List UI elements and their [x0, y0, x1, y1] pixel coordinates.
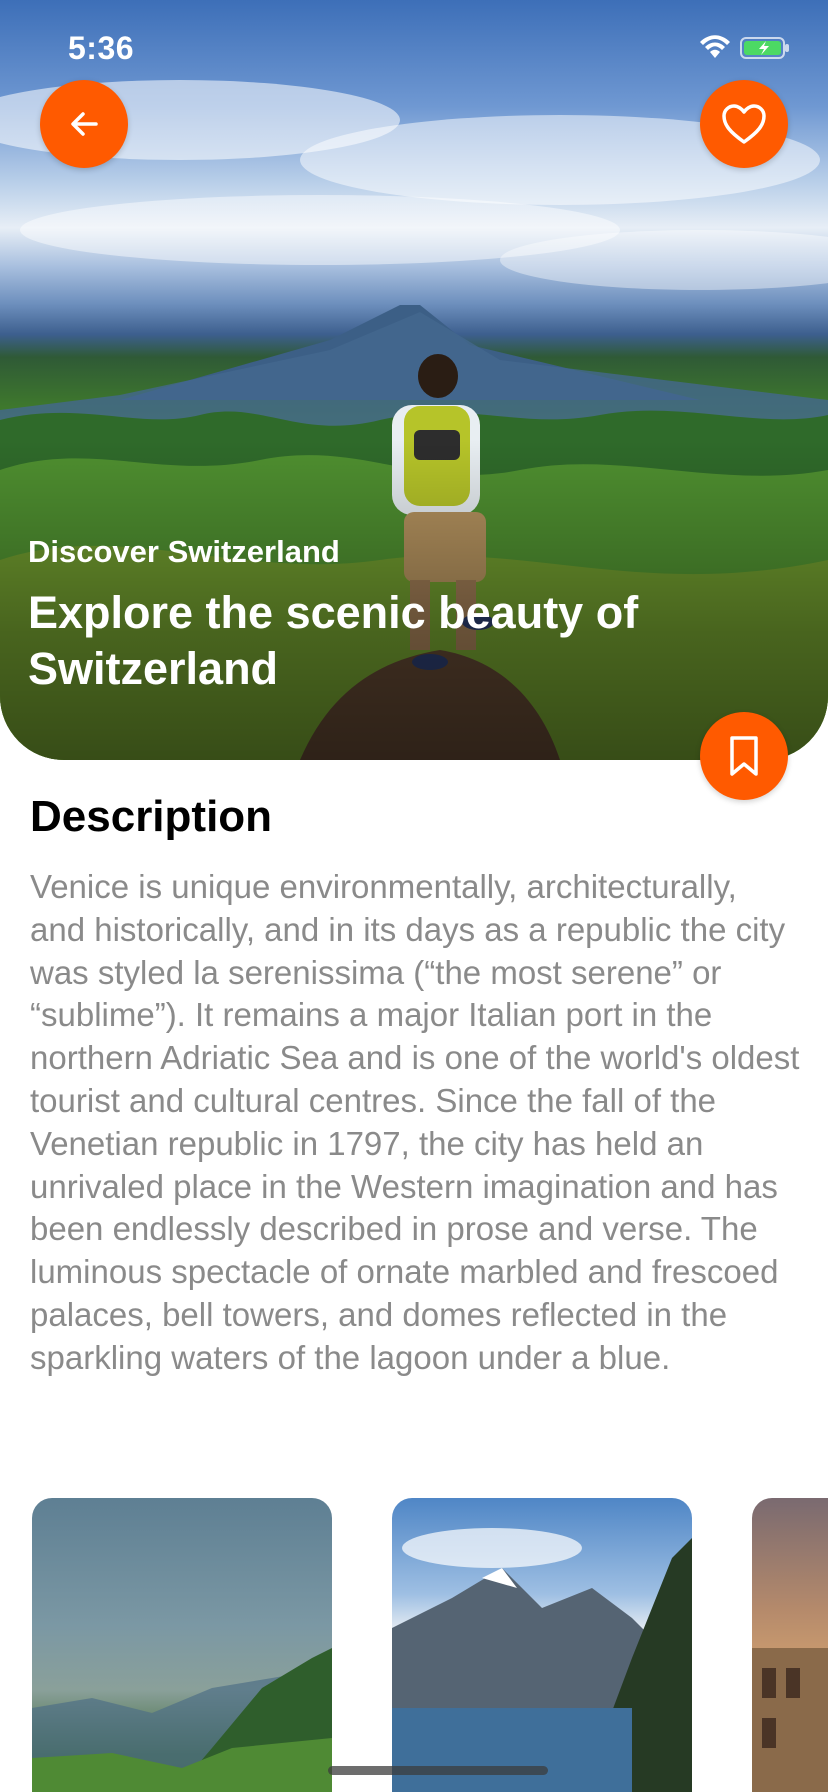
fjord-image [392, 1528, 692, 1792]
hero-title: Explore the scenic beauty of Switzerland [28, 587, 639, 694]
bookmark-icon [730, 736, 758, 776]
arrow-left-icon [71, 112, 98, 136]
favorite-button[interactable] [700, 80, 788, 168]
status-time: 5:36 [68, 30, 135, 66]
battery-icon [740, 37, 789, 59]
status-bar: 5:36 [0, 0, 828, 96]
back-button[interactable] [40, 80, 128, 168]
heart-icon [722, 104, 766, 144]
description-heading: Description [30, 792, 273, 841]
bookmark-button[interactable] [700, 712, 788, 800]
lake-mountain-image [32, 1648, 332, 1792]
description-body: Venice is unique environmentally, archit… [30, 868, 800, 1376]
home-indicator [328, 1766, 548, 1775]
hero-subtitle: Discover Switzerland [28, 534, 340, 569]
wifi-icon [700, 35, 730, 58]
gallery-card-lake-mountains[interactable] [32, 1498, 332, 1792]
photo-gallery[interactable] [0, 1498, 828, 1792]
colosseum-image [752, 1648, 828, 1792]
gallery-card-colosseum[interactable] [752, 1498, 828, 1792]
gallery-card-fjord[interactable] [392, 1498, 692, 1792]
